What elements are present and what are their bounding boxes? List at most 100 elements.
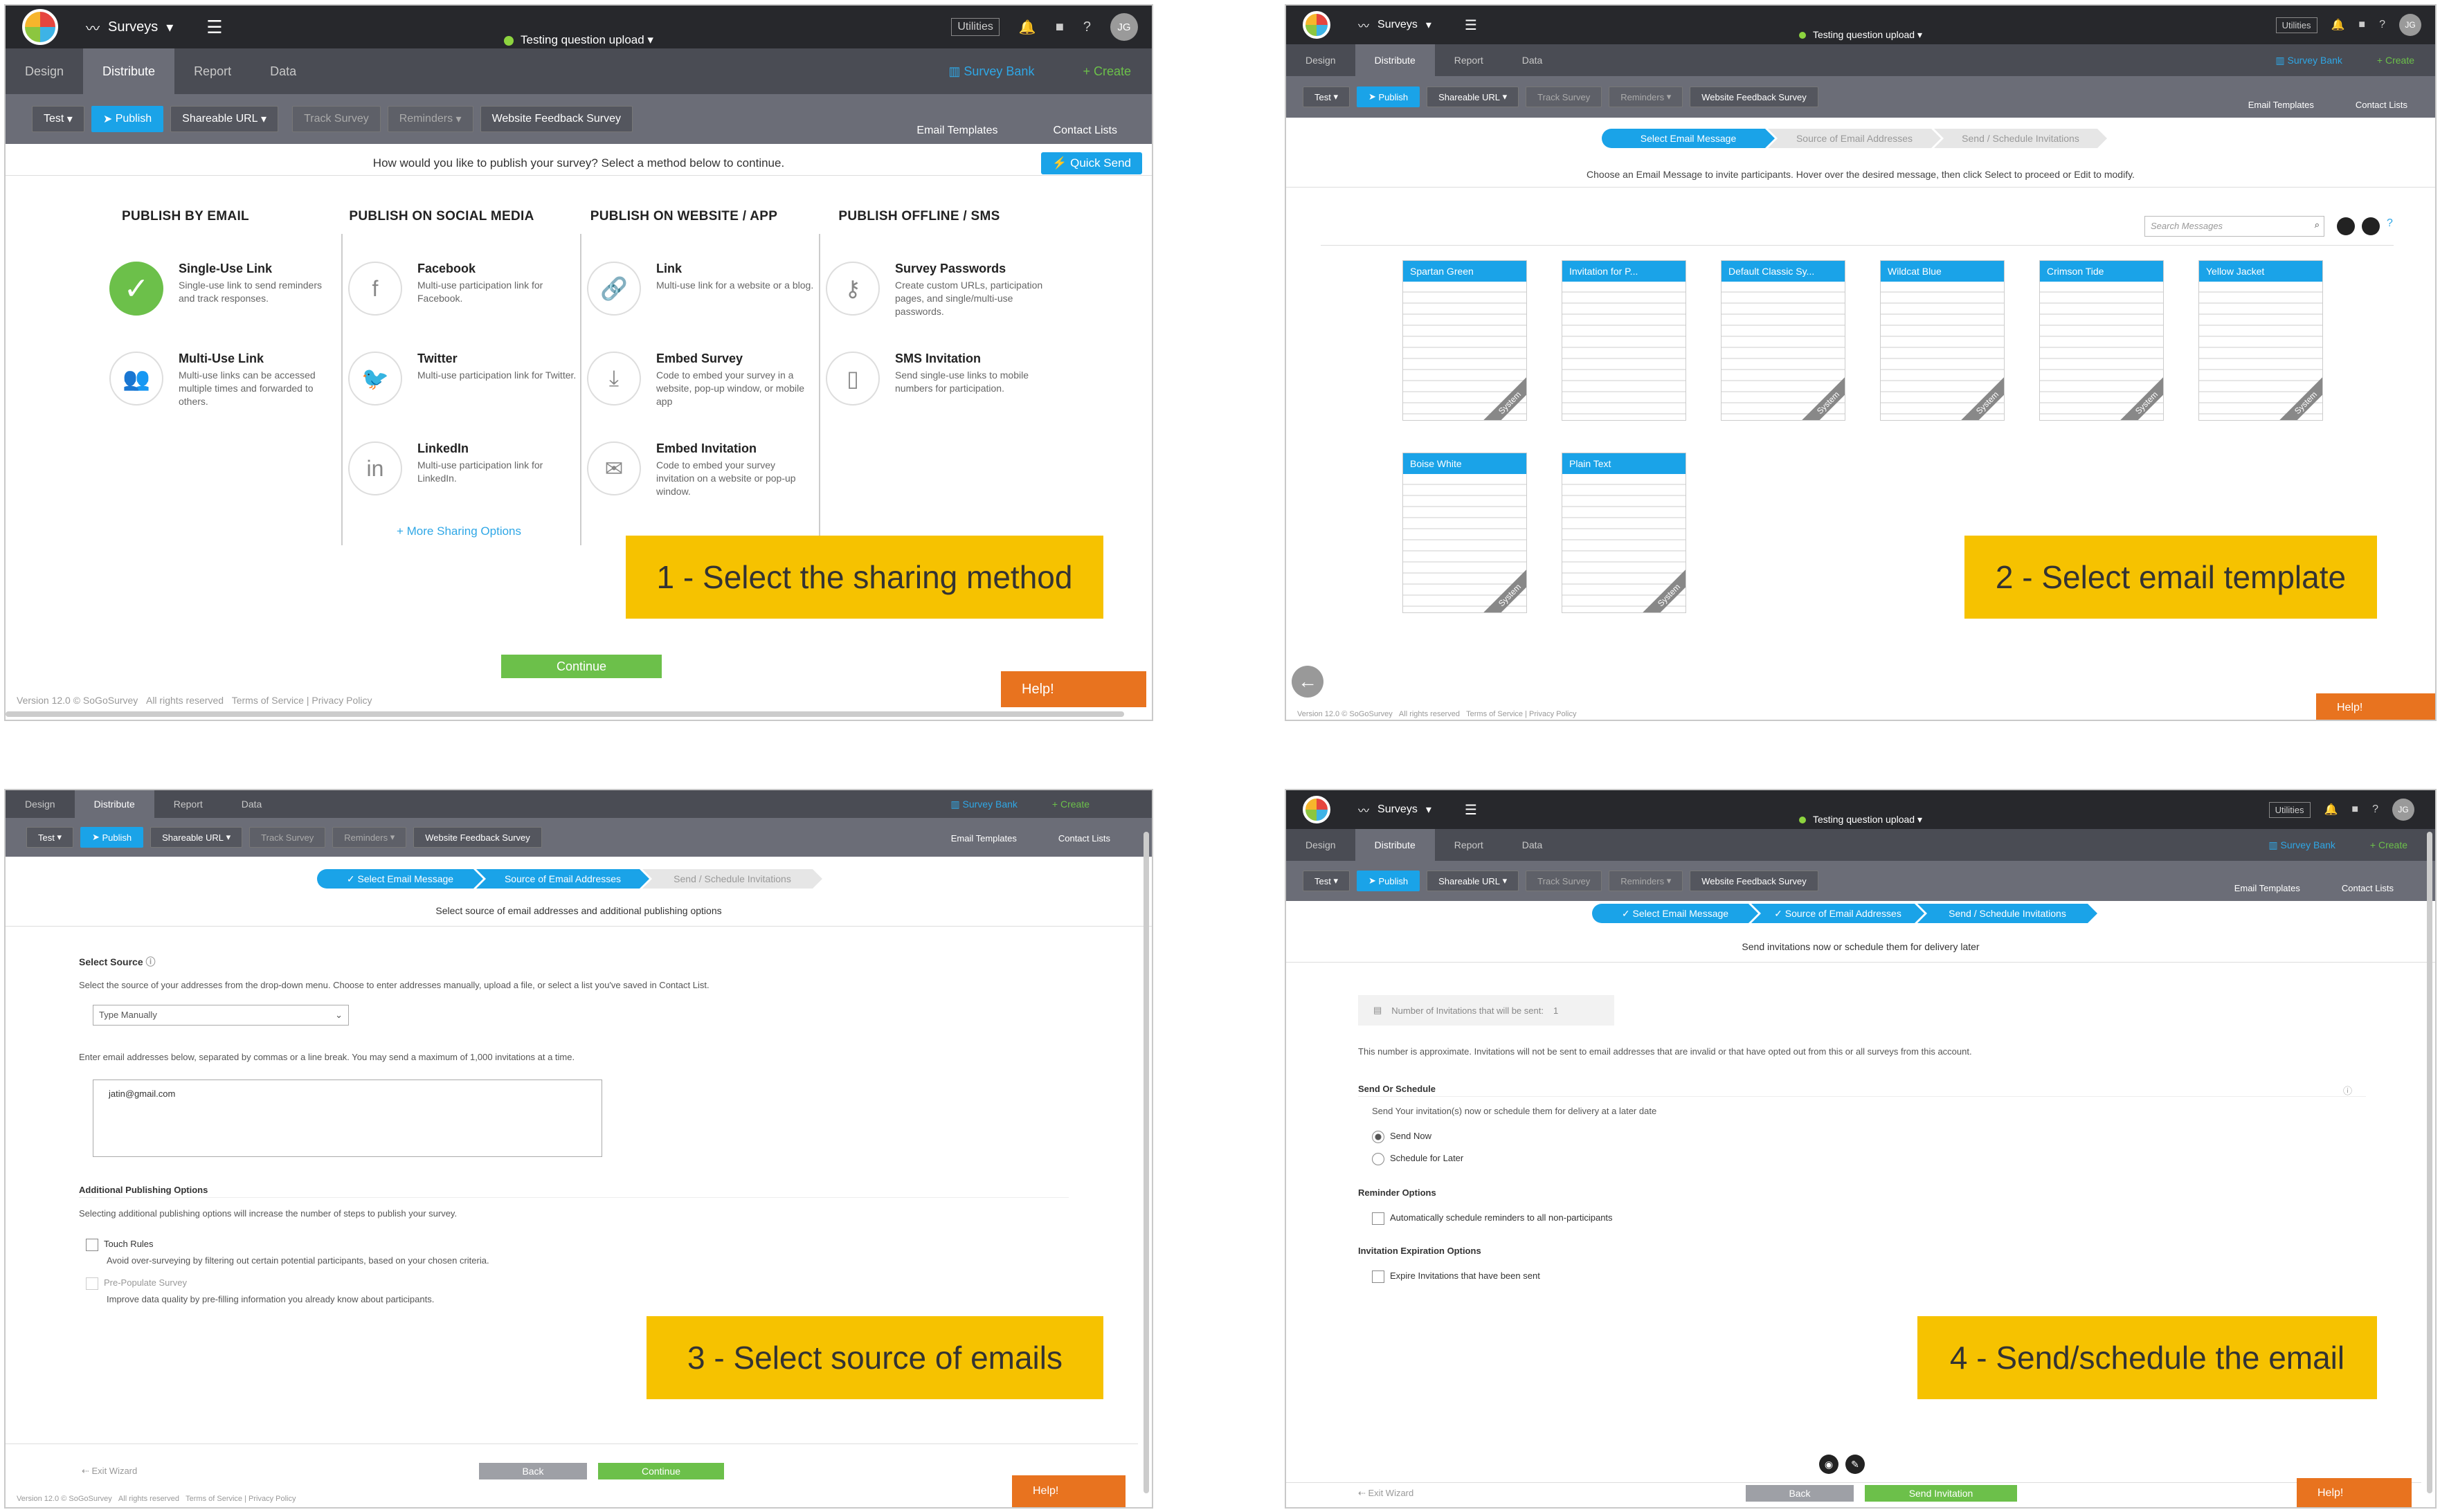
- option-multi-use-link[interactable]: 👥 Multi-Use Link Multi-use links can be ac…: [109, 352, 338, 408]
- template-card[interactable]: Yellow Jacket System: [2198, 260, 2323, 421]
- back-button[interactable]: Back: [479, 1463, 587, 1479]
- website-feedback-button[interactable]: Website Feedback Survey: [413, 827, 542, 848]
- help-button[interactable]: Help!: [2297, 1478, 2412, 1507]
- reminders-button[interactable]: Reminders ▾: [1609, 86, 1683, 107]
- exit-wizard-link[interactable]: ⇠ Exit Wizard: [1358, 1488, 1413, 1499]
- email-textarea[interactable]: jatin@gmail.com: [93, 1080, 602, 1157]
- info-icon[interactable]: ⓘ: [2343, 1084, 2352, 1097]
- source-dropdown[interactable]: Type Manually ⌄: [93, 1005, 349, 1026]
- create-link[interactable]: + Create: [2370, 839, 2407, 850]
- tab-data[interactable]: Data: [1503, 44, 1562, 76]
- settings-icon[interactable]: [2337, 217, 2355, 235]
- test-button[interactable]: Test ▾: [26, 827, 73, 848]
- option-embed-invitation[interactable]: ✉ Embed Invitation Code to embed your surv…: [587, 441, 815, 498]
- help-icon[interactable]: ?: [1083, 19, 1091, 35]
- survey-title[interactable]: Testing question upload ▾: [1286, 29, 2435, 41]
- back-arrow-icon[interactable]: ←: [1292, 666, 1323, 698]
- avatar[interactable]: JG: [2392, 799, 2414, 821]
- option-embed-survey[interactable]: ⤓ Embed Survey Code to embed your survey i…: [587, 352, 815, 408]
- expire-label[interactable]: Expire Invitations that have been sent: [1390, 1270, 1540, 1281]
- option-survey-passwords[interactable]: ⚷ Survey Passwords Create custom URLs, par…: [826, 262, 1054, 318]
- survey-bank-link[interactable]: ▥ Survey Bank: [2268, 839, 2335, 851]
- template-card[interactable]: Spartan Green System: [1402, 260, 1527, 421]
- email-templates-link[interactable]: Email Templates: [916, 125, 997, 137]
- shareable-url-button[interactable]: Shareable URL ▾: [170, 106, 279, 132]
- bell-icon[interactable]: 🔔: [2331, 18, 2345, 32]
- bell-icon[interactable]: 🔔: [2324, 803, 2338, 817]
- help-icon[interactable]: ?: [2372, 803, 2378, 816]
- help-button[interactable]: Help!: [1001, 671, 1146, 707]
- tab-report[interactable]: Report: [174, 48, 251, 94]
- website-feedback-button[interactable]: Website Feedback Survey: [480, 106, 633, 132]
- reminders-button[interactable]: Reminders ▾: [1609, 871, 1683, 891]
- tab-design[interactable]: Design: [6, 48, 83, 94]
- footer-terms[interactable]: Terms of Service | Privacy Policy: [232, 695, 372, 706]
- utilities-button[interactable]: Utilities: [2275, 17, 2317, 33]
- step-select-email[interactable]: ✓ Select Email Message: [1592, 904, 1758, 923]
- email-templates-link[interactable]: Email Templates: [2248, 100, 2314, 110]
- back-button[interactable]: Back: [1746, 1485, 1854, 1502]
- send-invitation-button[interactable]: Send Invitation: [1865, 1485, 2017, 1502]
- send-now-label[interactable]: Send Now: [1390, 1131, 1431, 1141]
- track-survey-button[interactable]: Track Survey: [1526, 871, 1602, 891]
- step-source[interactable]: Source of Email Addresses: [476, 869, 649, 889]
- continue-button[interactable]: Continue: [501, 655, 662, 678]
- survey-bank-link[interactable]: ▥ Survey Bank: [2275, 55, 2342, 66]
- template-card[interactable]: Invitation for P...: [1562, 260, 1686, 421]
- template-card[interactable]: Boise White System: [1402, 453, 1527, 613]
- step-select-email[interactable]: ✓ Select Email Message: [317, 869, 483, 889]
- publish-button[interactable]: ➤ Publish: [91, 106, 164, 132]
- info-icon[interactable]: ?: [2387, 217, 2393, 235]
- email-templates-link[interactable]: Email Templates: [951, 833, 1017, 844]
- create-link[interactable]: + Create: [2377, 55, 2414, 66]
- tab-design[interactable]: Design: [1286, 44, 1355, 76]
- video-icon[interactable]: ■: [1056, 19, 1064, 35]
- track-survey-button[interactable]: Track Survey: [292, 106, 381, 132]
- help-button[interactable]: Help!: [1012, 1475, 1126, 1507]
- publish-button[interactable]: ➤ Publish: [1356, 86, 1420, 107]
- shareable-url-button[interactable]: Shareable URL ▾: [1427, 871, 1519, 891]
- video-icon[interactable]: ■: [2351, 803, 2358, 816]
- step-source[interactable]: Source of Email Addresses: [1768, 129, 1941, 148]
- send-now-radio[interactable]: [1372, 1131, 1384, 1143]
- tab-report[interactable]: Report: [1435, 44, 1503, 76]
- track-survey-button[interactable]: Track Survey: [1526, 86, 1602, 107]
- schedule-later-label[interactable]: Schedule for Later: [1390, 1153, 1463, 1163]
- help-button[interactable]: Help!: [2316, 693, 2435, 720]
- tab-distribute[interactable]: Distribute: [1355, 44, 1435, 76]
- search-messages[interactable]: Search Messages ⌕: [2144, 216, 2324, 237]
- shareable-url-button[interactable]: Shareable URL ▾: [150, 827, 243, 848]
- survey-bank-link[interactable]: ▥ Survey Bank: [948, 64, 1034, 79]
- utilities-button[interactable]: Utilities: [2268, 801, 2311, 818]
- website-feedback-button[interactable]: Website Feedback Survey: [1690, 86, 1818, 107]
- auto-reminder-checkbox[interactable]: [1372, 1212, 1384, 1225]
- email-templates-link[interactable]: Email Templates: [2234, 883, 2300, 893]
- template-card[interactable]: Plain Text System: [1562, 453, 1686, 613]
- tab-data[interactable]: Data: [1503, 829, 1562, 861]
- option-facebook[interactable]: f Facebook Multi-use participation link fo…: [348, 262, 577, 316]
- option-twitter[interactable]: 🐦 Twitter Multi-use participation link for…: [348, 352, 577, 406]
- create-link[interactable]: + Create: [1052, 799, 1090, 810]
- tab-distribute[interactable]: Distribute: [1355, 829, 1435, 861]
- expire-checkbox[interactable]: [1372, 1270, 1384, 1283]
- template-card[interactable]: Default Classic Sy... System: [1721, 260, 1845, 421]
- template-card[interactable]: Crimson Tide System: [2039, 260, 2164, 421]
- step-source[interactable]: ✓ Source of Email Addresses: [1751, 904, 1924, 923]
- reminders-button[interactable]: Reminders ▾: [387, 106, 473, 132]
- scrollbar[interactable]: [2427, 832, 2432, 1493]
- option-sms-invitation[interactable]: ▯ SMS Invitation Send single-use links to …: [826, 352, 1054, 406]
- quick-send-button[interactable]: ⚡ Quick Send: [1041, 152, 1142, 174]
- contact-lists-link[interactable]: Contact Lists: [1054, 125, 1117, 137]
- schedule-later-radio[interactable]: [1372, 1153, 1384, 1165]
- help-icon[interactable]: ?: [2379, 19, 2385, 31]
- survey-bank-link[interactable]: ▥ Survey Bank: [950, 799, 1018, 810]
- tab-design[interactable]: Design: [1286, 829, 1355, 861]
- tab-distribute[interactable]: Distribute: [74, 790, 154, 818]
- step-select-email[interactable]: Select Email Message: [1602, 129, 1775, 148]
- pre-populate-checkbox[interactable]: [86, 1277, 98, 1290]
- tab-report[interactable]: Report: [1435, 829, 1503, 861]
- avatar[interactable]: JG: [2399, 14, 2421, 36]
- contact-lists-link[interactable]: Contact Lists: [1058, 833, 1110, 844]
- contact-lists-link[interactable]: Contact Lists: [2356, 100, 2407, 110]
- exit-wizard-link[interactable]: ⇠ Exit Wizard: [82, 1466, 137, 1477]
